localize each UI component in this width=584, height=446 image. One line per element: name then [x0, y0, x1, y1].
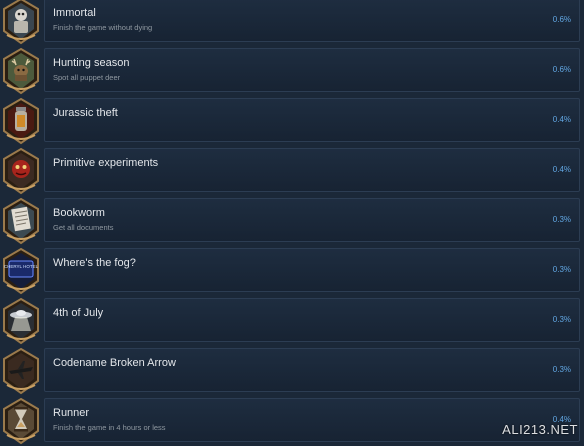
achievement-title: Primitive experiments	[53, 157, 158, 169]
achievement-title: Where's the fog?	[53, 257, 136, 269]
achievement-title: Bookworm	[53, 207, 105, 219]
achievement-percent: 0.4%	[553, 115, 571, 124]
achievement-card: Hunting season Spot all puppet deer 0.6%	[44, 48, 580, 92]
bomber-plane-icon	[1, 347, 41, 395]
achievement-card: Immortal Finish the game without dying 0…	[44, 0, 580, 42]
achievement-title: 4th of July	[53, 307, 103, 319]
achievement-row[interactable]: Bookworm Get all documents 0.3%	[0, 196, 584, 246]
hourglass-icon	[1, 397, 41, 445]
achievement-card: Jurassic theft 0.4%	[44, 98, 580, 142]
achievement-card: Runner Finish the game in 4 hours or les…	[44, 398, 580, 442]
achievement-card: Bookworm Get all documents 0.3%	[44, 198, 580, 242]
achievement-percent: 0.6%	[553, 65, 571, 74]
achievement-row[interactable]: Hunting season Spot all puppet deer 0.6%	[0, 46, 584, 96]
achievement-percent: 0.6%	[553, 15, 571, 24]
achievement-row[interactable]: CHERYL HOTEL Where's the fog? 0.3%	[0, 246, 584, 296]
achievement-description: Spot all puppet deer	[53, 73, 120, 82]
achievement-row[interactable]: Immortal Finish the game without dying 0…	[0, 0, 584, 46]
achievement-row[interactable]: Primitive experiments 0.4%	[0, 146, 584, 196]
achievement-row[interactable]: Jurassic theft 0.4%	[0, 96, 584, 146]
achievement-title: Runner	[53, 407, 89, 419]
achievement-percent: 0.3%	[553, 315, 571, 324]
achievement-card: Codename Broken Arrow 0.3%	[44, 348, 580, 392]
achievement-title: Jurassic theft	[53, 107, 118, 119]
achievement-description: Finish the game in 4 hours or less	[53, 423, 166, 432]
cheryl-hotel-sign-text: CHERYL HOTEL	[4, 264, 39, 269]
document-icon	[1, 197, 41, 245]
achievement-percent: 0.3%	[553, 365, 571, 374]
achievement-description: Finish the game without dying	[53, 23, 152, 32]
puppet-deer-icon	[1, 47, 41, 95]
achievement-percent: 0.4%	[553, 165, 571, 174]
red-creature-icon	[1, 147, 41, 195]
amber-vial-icon	[1, 97, 41, 145]
achievement-description: Get all documents	[53, 223, 113, 232]
achievement-percent: 0.3%	[553, 215, 571, 224]
skeleton-armor-icon	[1, 0, 41, 45]
achievement-percent: 0.3%	[553, 265, 571, 274]
achievement-card: 4th of July 0.3%	[44, 298, 580, 342]
achievement-title: Codename Broken Arrow	[53, 357, 176, 369]
achievement-title: Immortal	[53, 7, 96, 19]
achievement-row[interactable]: Codename Broken Arrow 0.3%	[0, 346, 584, 396]
achievement-list: Immortal Finish the game without dying 0…	[0, 0, 584, 446]
achievement-title: Hunting season	[53, 57, 129, 69]
achievement-card: Where's the fog? 0.3%	[44, 248, 580, 292]
watermark: ALI213.NET	[502, 422, 578, 437]
achievement-row[interactable]: 4th of July 0.3%	[0, 296, 584, 346]
achievement-card: Primitive experiments 0.4%	[44, 148, 580, 192]
cheryl-hotel-sign-icon: CHERYL HOTEL	[1, 247, 41, 295]
ufo-icon	[1, 297, 41, 345]
